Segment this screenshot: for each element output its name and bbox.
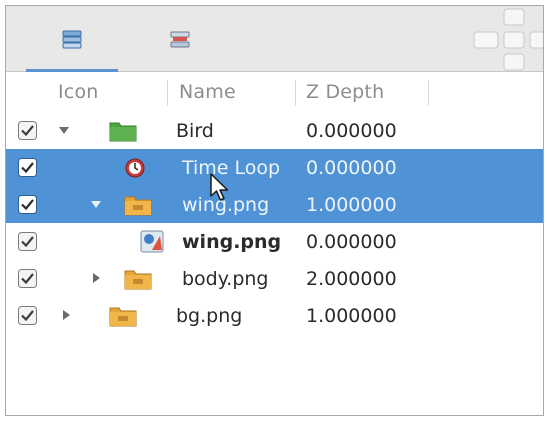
visibility-checkbox[interactable] — [18, 232, 37, 251]
layer-zdepth: 0.000000 — [306, 119, 397, 142]
layers-panel: Icon Name Z Depth Bird 0.000000 Time Loo… — [5, 5, 544, 416]
expand-triangle-icon[interactable] — [58, 126, 70, 136]
layer-row-wing-image[interactable]: wing.png 0.000000 — [6, 223, 543, 260]
column-header-icon[interactable]: Icon — [58, 72, 158, 112]
collapse-triangle-icon[interactable] — [92, 272, 102, 284]
layer-name[interactable]: Time Loop — [182, 149, 280, 186]
layer-zdepth: 0.000000 — [306, 156, 397, 179]
layer-row-body[interactable]: body.png 2.000000 — [6, 260, 543, 297]
tab-layer-properties[interactable] — [134, 20, 226, 70]
switch-folder-icon — [124, 270, 152, 290]
group-folder-icon — [109, 122, 137, 142]
layer-name[interactable]: wing.png — [182, 223, 281, 260]
visibility-checkbox[interactable] — [18, 158, 37, 177]
mouse-pointer-icon — [210, 173, 229, 201]
layer-row-bg[interactable]: bg.png 1.000000 — [6, 297, 543, 334]
visibility-checkbox[interactable] — [18, 269, 37, 288]
visibility-checkbox[interactable] — [18, 306, 37, 325]
image-layer-icon — [140, 230, 164, 253]
layer-zdepth: 1.000000 — [306, 193, 397, 216]
column-header: Icon Name Z Depth — [6, 72, 543, 112]
switch-folder-icon — [124, 196, 152, 216]
switch-folder-icon — [109, 307, 137, 327]
layer-name[interactable]: bg.png — [176, 297, 242, 334]
layer-zdepth: 0.000000 — [306, 230, 397, 253]
layer-zdepth: 2.000000 — [306, 267, 397, 290]
visibility-checkbox[interactable] — [18, 121, 37, 140]
layer-row-wing-group[interactable]: wing.png 1.000000 — [6, 186, 543, 223]
layer-zdepth: 1.000000 — [306, 304, 397, 327]
dock-grip-icon[interactable] — [472, 8, 543, 76]
tab-layers[interactable] — [26, 20, 118, 72]
column-header-zdepth[interactable]: Z Depth — [306, 72, 426, 112]
layer-row-time-loop[interactable]: Time Loop 0.000000 — [6, 149, 543, 186]
column-divider[interactable] — [295, 80, 296, 106]
properties-tab-icon — [168, 29, 192, 53]
layer-row-bird[interactable]: Bird 0.000000 — [6, 112, 543, 149]
time-loop-icon — [125, 158, 145, 178]
layer-name[interactable]: body.png — [182, 260, 268, 297]
column-divider[interactable] — [428, 80, 429, 106]
panel-toolbar — [6, 6, 543, 72]
column-divider[interactable] — [167, 80, 168, 106]
expand-triangle-icon[interactable] — [90, 200, 102, 210]
collapse-triangle-icon[interactable] — [62, 309, 72, 321]
layer-name[interactable]: Bird — [176, 112, 214, 149]
column-header-name[interactable]: Name — [179, 72, 289, 112]
visibility-checkbox[interactable] — [18, 195, 37, 214]
layers-tab-icon — [60, 29, 84, 53]
